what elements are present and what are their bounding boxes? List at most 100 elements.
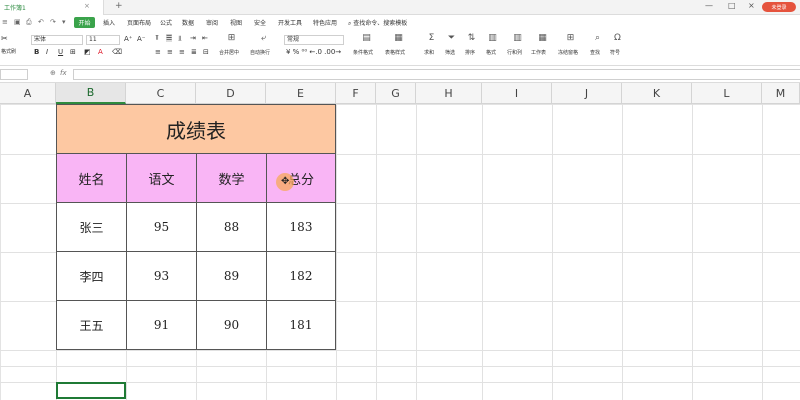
freeze-button[interactable]: 冻结窗格 xyxy=(558,49,578,56)
italic-button[interactable]: I xyxy=(46,48,48,56)
column-header-f[interactable]: F xyxy=(336,83,376,104)
formula-input[interactable] xyxy=(73,69,800,80)
workbook-tab[interactable]: 工作簿1 × xyxy=(0,0,104,15)
row-col-button[interactable]: 行和列 xyxy=(507,49,522,56)
column-header-a[interactable]: A xyxy=(0,83,56,104)
worksheet-button[interactable]: 工作表 xyxy=(531,49,546,56)
outdent-icon[interactable]: ⇤ xyxy=(202,34,208,42)
currency-icon[interactable]: ¥ % ⁰⁰ ←.0 .00→ xyxy=(286,48,341,56)
number-format-select[interactable]: 常规 xyxy=(284,35,344,45)
font-name-select[interactable]: 宋体 xyxy=(31,35,83,45)
tab-view[interactable]: 视图 xyxy=(230,18,242,27)
data-cell[interactable]: 181 xyxy=(266,300,336,350)
tab-developer[interactable]: 开发工具 xyxy=(278,18,302,27)
search-icon: ⌕ xyxy=(348,20,352,27)
command-search[interactable]: ⌕ 查找命令、搜索模板 xyxy=(348,18,407,28)
grow-font-icon[interactable]: A⁺ xyxy=(124,35,132,43)
print-icon[interactable]: ⎙ xyxy=(26,18,32,27)
data-cell[interactable]: 张三 xyxy=(56,202,127,252)
column-header-j[interactable]: J xyxy=(552,83,622,104)
symbol-button[interactable]: 符号 xyxy=(610,49,620,56)
table-style-button[interactable]: 表格样式 xyxy=(385,49,405,56)
column-header-g[interactable]: G xyxy=(376,83,416,104)
fill-color-icon[interactable]: ◩ xyxy=(84,48,91,56)
search-text: 查找命令、搜索模板 xyxy=(353,20,408,27)
align-bottom-icon[interactable]: ⫫ xyxy=(178,34,182,43)
redo-icon[interactable]: ↷ xyxy=(50,18,56,26)
find-button[interactable]: 查找 xyxy=(590,49,600,56)
column-header-i[interactable]: I xyxy=(482,83,552,104)
header-cell-chinese[interactable]: 语文 xyxy=(126,153,197,203)
font-size-select[interactable]: 11 xyxy=(86,35,120,45)
cut-icon[interactable]: ✂ xyxy=(1,34,8,43)
indent-icon[interactable]: ⇥ xyxy=(190,34,196,42)
name-box[interactable] xyxy=(0,69,28,80)
column-header-d[interactable]: D xyxy=(196,83,266,104)
undo-icon[interactable]: ↶ xyxy=(38,18,44,26)
tab-home[interactable]: 开始 xyxy=(74,17,95,28)
distribute-icon[interactable]: ⊟ xyxy=(203,48,209,56)
save-icon[interactable]: ▣ xyxy=(14,18,21,26)
data-cell[interactable]: 93 xyxy=(126,251,197,301)
tab-review[interactable]: 审阅 xyxy=(206,18,218,27)
tab-page-layout[interactable]: 页面布局 xyxy=(127,18,151,27)
align-right-icon[interactable]: ≡ xyxy=(179,48,185,56)
add-tab-icon[interactable]: + xyxy=(115,1,123,11)
align-left-icon[interactable]: ≡ xyxy=(155,48,161,56)
shrink-font-icon[interactable]: A⁻ xyxy=(137,35,145,43)
data-cell[interactable]: 90 xyxy=(196,300,267,350)
column-header-c[interactable]: C xyxy=(126,83,196,104)
close-tab-icon[interactable]: × xyxy=(84,2,90,10)
cond-format-button[interactable]: 条件格式 xyxy=(353,49,373,56)
filter-button[interactable]: 筛选 xyxy=(445,49,455,56)
data-cell[interactable]: 182 xyxy=(266,251,336,301)
tab-security[interactable]: 安全 xyxy=(254,18,266,27)
header-cell-math[interactable]: 数学 xyxy=(196,153,267,203)
merge-center-button[interactable]: 合并居中 xyxy=(219,49,239,56)
sum-button[interactable]: 求和 xyxy=(424,49,434,56)
bold-button[interactable]: B xyxy=(34,48,39,56)
header-cell-name[interactable]: 姓名 xyxy=(56,153,127,203)
format-button[interactable]: 格式 xyxy=(486,49,496,56)
column-header-b[interactable]: B xyxy=(56,83,126,104)
data-cell[interactable]: 88 xyxy=(196,202,267,252)
data-cell[interactable]: 183 xyxy=(266,202,336,252)
app-menu-icon[interactable]: ≡ xyxy=(2,18,8,26)
underline-button[interactable]: U xyxy=(58,48,63,56)
align-center-icon[interactable]: ≡ xyxy=(167,48,173,56)
wrap-text-button[interactable]: 自动换行 xyxy=(250,49,270,56)
data-cell[interactable]: 李四 xyxy=(56,251,127,301)
format-painter-button[interactable]: 格式刷 xyxy=(1,48,16,55)
wrap-text-icon: ⤶ xyxy=(260,33,267,43)
maximize-icon[interactable]: □ xyxy=(728,1,736,10)
selected-cell[interactable] xyxy=(56,382,126,399)
column-header-l[interactable]: L xyxy=(692,83,762,104)
column-header-m[interactable]: M xyxy=(762,83,800,104)
login-button[interactable]: 未登录 xyxy=(762,2,796,12)
column-header-k[interactable]: K xyxy=(622,83,692,104)
data-cell[interactable]: 91 xyxy=(126,300,197,350)
column-header-e[interactable]: E xyxy=(266,83,336,104)
font-color-icon[interactable]: A xyxy=(98,48,103,56)
clear-icon[interactable]: ⌫ xyxy=(112,48,122,56)
tab-insert[interactable]: 插入 xyxy=(103,18,115,27)
sort-button[interactable]: 排序 xyxy=(465,49,475,56)
minimize-icon[interactable]: — xyxy=(705,1,713,10)
close-window-icon[interactable]: × xyxy=(748,1,755,10)
border-icon[interactable]: ⊞ xyxy=(70,48,76,56)
column-header-h[interactable]: H xyxy=(416,83,482,104)
data-cell[interactable]: 95 xyxy=(126,202,197,252)
align-top-icon[interactable]: ⫪ xyxy=(155,34,159,43)
tab-data[interactable]: 数据 xyxy=(182,18,194,27)
tab-special[interactable]: 特色应用 xyxy=(313,18,337,27)
align-middle-icon[interactable]: ☰ xyxy=(166,34,173,42)
more-icon[interactable]: ▾ xyxy=(62,18,66,26)
merge-center-icon: ⊞ xyxy=(227,33,236,43)
zoom-icon[interactable]: ⊕ xyxy=(50,69,56,77)
tab-formulas[interactable]: 公式 xyxy=(160,18,172,27)
fx-icon[interactable]: fx xyxy=(60,69,67,77)
data-cell[interactable]: 王五 xyxy=(56,300,127,350)
sheet-title-cell[interactable]: 成绩表 xyxy=(56,104,336,154)
justify-icon[interactable]: ≣ xyxy=(191,48,197,56)
data-cell[interactable]: 89 xyxy=(196,251,267,301)
